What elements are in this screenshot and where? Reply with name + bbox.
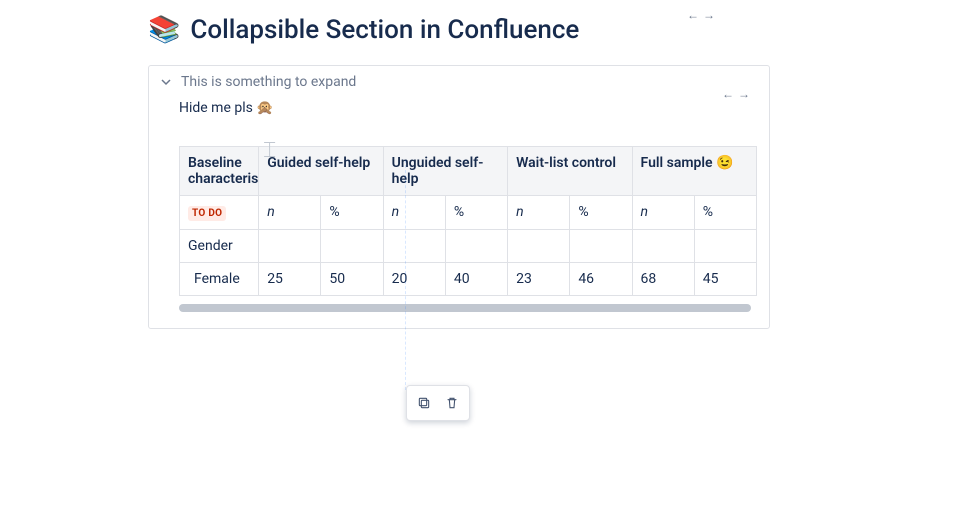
- col-baseline[interactable]: Baseline characteristic: [180, 147, 259, 196]
- col-full[interactable]: Full sample 😉: [632, 147, 756, 196]
- table-row-gender: Gender: [180, 230, 757, 263]
- table-header-row: Baseline characteristic Guided self-help…: [180, 147, 757, 196]
- cell-pct[interactable]: %: [570, 196, 632, 230]
- cell[interactable]: 40: [445, 263, 507, 296]
- cell-n[interactable]: n: [632, 196, 694, 230]
- page-width-handle[interactable]: ← →: [687, 4, 715, 23]
- cell-pct[interactable]: %: [445, 196, 507, 230]
- arrow-left-icon: ←: [687, 8, 699, 22]
- cell-pct[interactable]: %: [694, 196, 756, 230]
- cell[interactable]: 68: [632, 263, 694, 296]
- data-table[interactable]: Baseline characteristic Guided self-help…: [179, 146, 757, 296]
- cell-n[interactable]: n: [383, 196, 445, 230]
- floating-toolbar: [406, 385, 470, 421]
- arrow-right-icon: →: [703, 8, 715, 22]
- cell-pct[interactable]: %: [321, 196, 383, 230]
- chevron-down-icon[interactable]: [161, 77, 171, 87]
- cell[interactable]: [321, 230, 383, 263]
- cell-female-label[interactable]: Female: [180, 263, 259, 296]
- cell[interactable]: 20: [383, 263, 445, 296]
- expand-macro[interactable]: This is something to expand Hide me pls …: [148, 65, 770, 329]
- cell[interactable]: 46: [570, 263, 632, 296]
- cell-gender-label[interactable]: Gender: [180, 230, 259, 263]
- cell[interactable]: [383, 230, 445, 263]
- cell[interactable]: 23: [508, 263, 570, 296]
- expand-body-text[interactable]: Hide me pls 🙊: [179, 100, 757, 116]
- cell[interactable]: [694, 230, 756, 263]
- copy-icon: [416, 395, 432, 411]
- col-waitlist[interactable]: Wait-list control: [508, 147, 632, 196]
- page-icon[interactable]: 📚: [148, 17, 180, 43]
- cell[interactable]: 45: [694, 263, 756, 296]
- cell-n[interactable]: n: [508, 196, 570, 230]
- cell-n[interactable]: n: [259, 196, 321, 230]
- page-header: 📚 Collapsible Section in Confluence: [148, 15, 770, 45]
- col-unguided[interactable]: Unguided self-help: [383, 147, 507, 196]
- status-lozenge-todo[interactable]: TO DO: [188, 206, 226, 221]
- cell[interactable]: [259, 230, 321, 263]
- copy-button[interactable]: [411, 390, 437, 416]
- col-guided[interactable]: Guided self-help: [259, 147, 383, 196]
- table-subheader-row: TO DO n % n % n % n %: [180, 196, 757, 230]
- cell-status[interactable]: TO DO: [180, 196, 259, 230]
- delete-button[interactable]: [439, 390, 465, 416]
- cell[interactable]: 50: [321, 263, 383, 296]
- page-title[interactable]: Collapsible Section in Confluence: [190, 15, 579, 45]
- expand-title[interactable]: This is something to expand: [181, 74, 356, 90]
- cell[interactable]: 25: [259, 263, 321, 296]
- cell[interactable]: [632, 230, 694, 263]
- horizontal-scrollbar[interactable]: [179, 304, 751, 312]
- trash-icon: [444, 395, 460, 411]
- cell[interactable]: [508, 230, 570, 263]
- table-row-female: Female 25 50 20 40 23 46 68 45: [180, 263, 757, 296]
- table-container[interactable]: Baseline characteristic Guided self-help…: [179, 146, 757, 312]
- cell[interactable]: [570, 230, 632, 263]
- cell[interactable]: [445, 230, 507, 263]
